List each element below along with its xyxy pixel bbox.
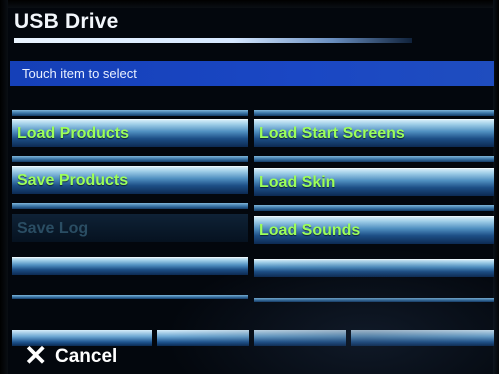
save-log-button: Save Log [12, 214, 248, 242]
empty-slot-button [254, 259, 494, 277]
load-skin-button[interactable]: Load Skin [254, 168, 494, 196]
load-products-label: Load Products [17, 125, 130, 142]
load-sounds-label: Load Sounds [259, 222, 361, 239]
button-divider [254, 298, 494, 302]
button-divider [254, 110, 494, 116]
button-divider [254, 156, 494, 162]
load-start-screens-label: Load Start Screens [259, 125, 405, 142]
page-title: USB Drive [14, 10, 119, 33]
cancel-button[interactable]: ✕ Cancel [12, 340, 152, 372]
save-products-button[interactable]: Save Products [12, 166, 248, 194]
button-divider [12, 203, 248, 209]
footer-segment [157, 330, 249, 346]
button-divider [12, 110, 248, 116]
button-divider [12, 156, 248, 162]
bezel-left [0, 0, 8, 374]
load-products-button[interactable]: Load Products [12, 119, 248, 147]
footer-segment [254, 330, 346, 346]
cancel-label: Cancel [55, 346, 118, 367]
prompt-bar: Touch item to select [10, 61, 494, 86]
save-products-label: Save Products [17, 172, 129, 189]
button-divider [254, 205, 494, 211]
empty-slot-button [12, 257, 248, 275]
load-start-screens-button[interactable]: Load Start Screens [254, 119, 494, 147]
close-x-icon: ✕ [24, 340, 48, 371]
usb-drive-screen: USB Drive Touch item to select Load Prod… [0, 0, 499, 374]
footer-segment [351, 330, 494, 346]
button-divider [12, 295, 248, 299]
save-log-label: Save Log [17, 220, 89, 237]
title-underline [14, 38, 412, 43]
bezel-top [0, 0, 499, 8]
load-sounds-button[interactable]: Load Sounds [254, 216, 494, 244]
load-skin-label: Load Skin [259, 174, 336, 191]
prompt-text: Touch item to select [22, 66, 137, 81]
